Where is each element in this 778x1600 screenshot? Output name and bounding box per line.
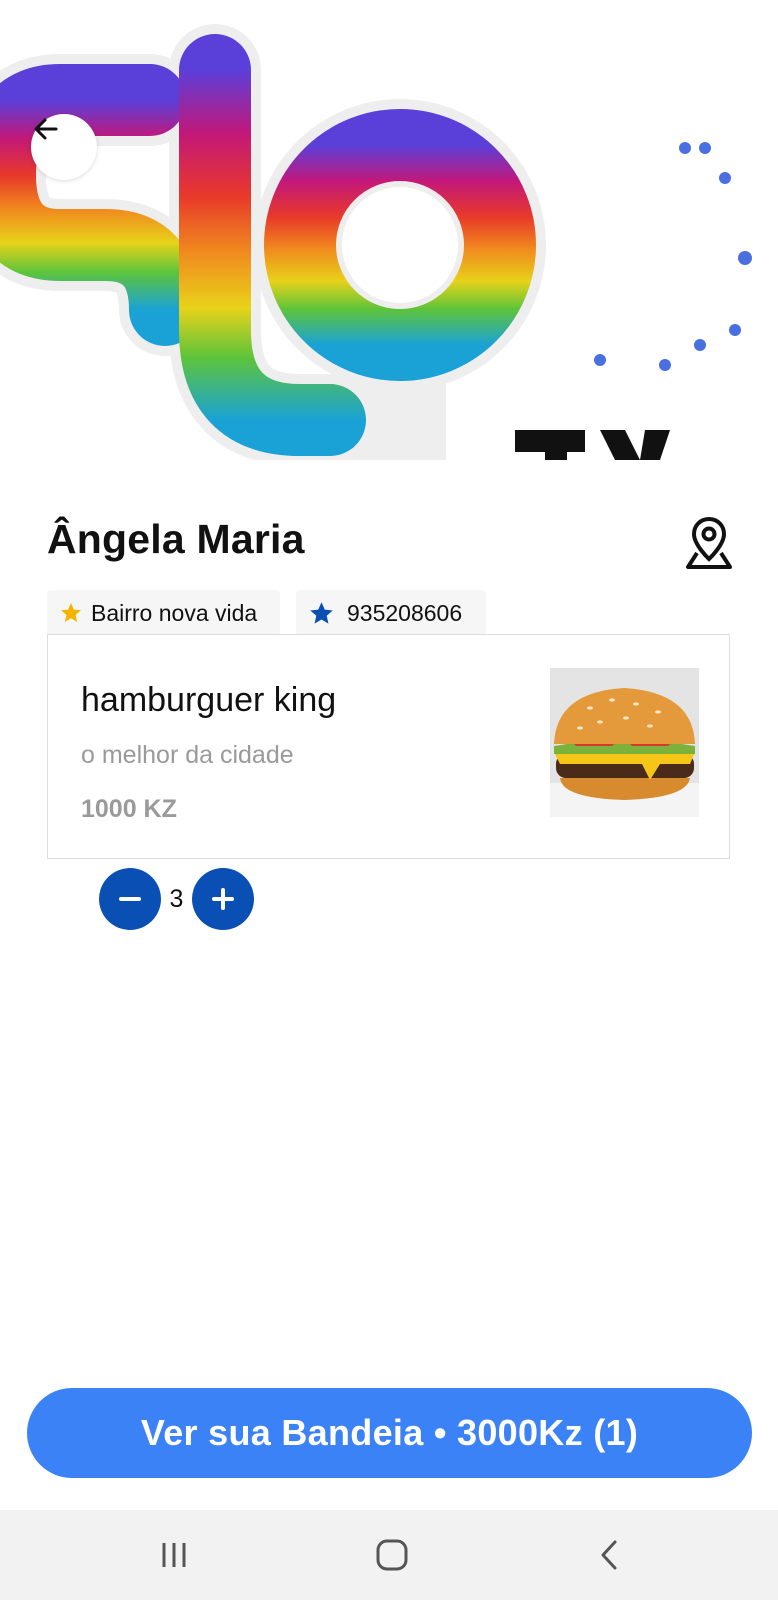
recents-icon bbox=[162, 1543, 186, 1567]
arrow-left-icon bbox=[34, 118, 58, 140]
quantity-value: 3 bbox=[169, 884, 184, 913]
star-icon bbox=[310, 601, 333, 624]
map-pin-icon bbox=[686, 516, 732, 569]
quantity-stepper: 3 bbox=[99, 868, 254, 930]
phone-chip: 935208606 bbox=[296, 590, 486, 636]
plus-icon bbox=[212, 888, 234, 910]
view-cart-label: Ver sua Bandeia • 3000Kz (1) bbox=[140, 1412, 639, 1453]
store-banner bbox=[0, 0, 778, 460]
home-icon bbox=[376, 1539, 408, 1571]
back-button[interactable] bbox=[31, 114, 97, 180]
product-card[interactable]: hamburguer king o melhor da cidade 1000 … bbox=[47, 634, 730, 859]
phone-text: 935208606 bbox=[347, 599, 463, 626]
burger-image bbox=[550, 668, 699, 817]
decrease-button[interactable] bbox=[99, 868, 161, 930]
nav-recents-button[interactable] bbox=[144, 1530, 204, 1580]
store-name: Ângela Maria bbox=[47, 516, 305, 562]
product-image bbox=[550, 668, 699, 817]
product-price: 1000 KZ bbox=[81, 795, 177, 823]
product-description: o melhor da cidade bbox=[81, 741, 294, 769]
nav-home-button[interactable] bbox=[362, 1530, 422, 1580]
increase-button[interactable] bbox=[192, 868, 254, 930]
address-text: Bairro nova vida bbox=[91, 599, 258, 626]
back-chevron-icon bbox=[601, 1540, 617, 1570]
view-cart-button[interactable]: Ver sua Bandeia • 3000Kz (1) bbox=[27, 1388, 752, 1478]
minus-icon bbox=[119, 897, 141, 901]
nav-back-button[interactable] bbox=[580, 1530, 640, 1580]
store-logo bbox=[0, 24, 752, 460]
address-chip: Bairro nova vida bbox=[47, 590, 280, 636]
product-name: hamburguer king bbox=[81, 681, 337, 719]
star-icon bbox=[61, 603, 81, 622]
system-nav-bar bbox=[0, 1510, 778, 1600]
map-button[interactable] bbox=[684, 515, 734, 571]
